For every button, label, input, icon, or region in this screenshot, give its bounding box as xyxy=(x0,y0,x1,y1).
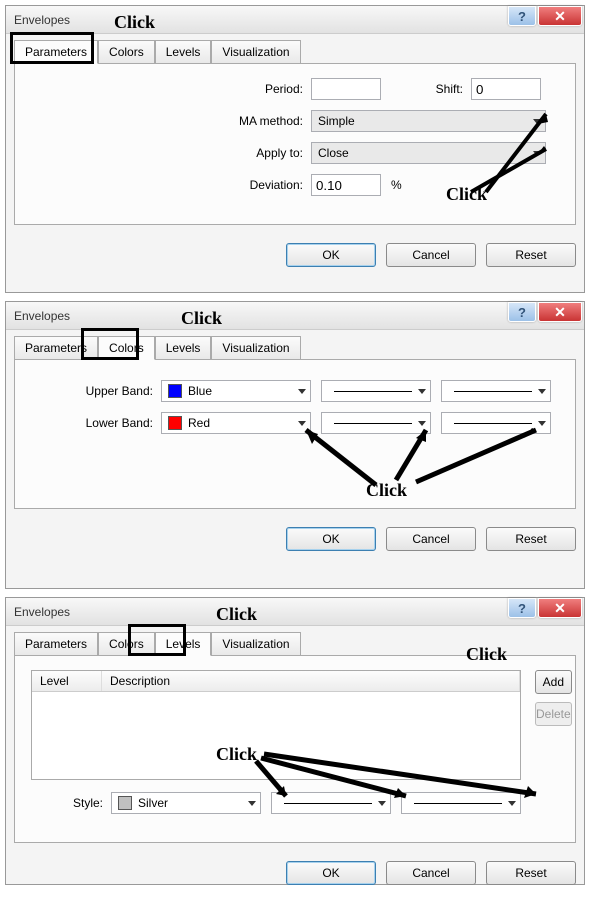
deviation-input[interactable] xyxy=(311,174,381,196)
tab-parameters[interactable]: Parameters xyxy=(14,632,98,656)
chevron-down-icon xyxy=(378,801,386,806)
col-level: Level xyxy=(32,671,102,691)
help-button[interactable]: ? xyxy=(508,598,536,618)
ok-button[interactable]: OK xyxy=(286,861,376,885)
chevron-down-icon xyxy=(298,421,306,426)
period-input[interactable] xyxy=(311,78,381,100)
chevron-down-icon xyxy=(533,119,541,124)
levels-table-header: Level Description xyxy=(32,671,520,692)
colors-panel: Upper Band: Blue xyxy=(14,359,576,509)
tab-levels[interactable]: Levels xyxy=(155,632,212,656)
tab-strip: Parameters Colors Levels Visualization xyxy=(14,336,576,360)
line-preview xyxy=(334,423,412,424)
line-preview xyxy=(454,423,532,424)
style-line-style-combo[interactable] xyxy=(271,792,391,814)
titlebar: Envelopes ? ✕ xyxy=(6,302,584,330)
ma-method-label: MA method: xyxy=(31,114,311,128)
shift-input[interactable] xyxy=(471,78,541,100)
cancel-button[interactable]: Cancel xyxy=(386,243,476,267)
levels-table[interactable]: Level Description xyxy=(31,670,521,780)
chevron-down-icon xyxy=(533,151,541,156)
tab-levels[interactable]: Levels xyxy=(155,40,212,64)
delete-button[interactable]: Delete xyxy=(535,702,572,726)
add-button[interactable]: Add xyxy=(535,670,572,694)
close-button[interactable]: ✕ xyxy=(538,302,582,322)
tab-strip: Parameters Colors Levels Visualization xyxy=(14,632,576,656)
chevron-down-icon xyxy=(538,421,546,426)
close-button[interactable]: ✕ xyxy=(538,6,582,26)
lower-color-swatch xyxy=(168,416,182,430)
help-button[interactable]: ? xyxy=(508,302,536,322)
shift-label: Shift: xyxy=(381,82,471,96)
titlebar: Envelopes ? ✕ xyxy=(6,6,584,34)
window-title: Envelopes xyxy=(14,13,70,27)
tab-visualization[interactable]: Visualization xyxy=(211,336,300,360)
line-preview xyxy=(334,391,412,392)
line-preview xyxy=(414,803,502,804)
tab-visualization[interactable]: Visualization xyxy=(211,40,300,64)
tab-colors[interactable]: Colors xyxy=(98,40,155,64)
lower-band-label: Lower Band: xyxy=(31,416,161,430)
tab-visualization[interactable]: Visualization xyxy=(211,632,300,656)
chevron-down-icon xyxy=(418,389,426,394)
levels-panel: Level Description Style: Silver xyxy=(14,655,576,843)
col-description: Description xyxy=(102,671,520,691)
apply-to-combo[interactable]: Close xyxy=(311,142,546,164)
window-title: Envelopes xyxy=(14,309,70,323)
deviation-label: Deviation: xyxy=(31,178,311,192)
tab-colors[interactable]: Colors xyxy=(98,336,155,360)
tab-parameters[interactable]: Parameters xyxy=(14,336,98,360)
lower-line-width-combo[interactable] xyxy=(441,412,551,434)
upper-line-width-combo[interactable] xyxy=(441,380,551,402)
style-label: Style: xyxy=(31,796,111,810)
tab-strip: Parameters Colors Levels Visualization xyxy=(14,40,576,64)
ok-button[interactable]: OK xyxy=(286,527,376,551)
line-preview xyxy=(454,391,532,392)
style-color-combo[interactable]: Silver xyxy=(111,792,261,814)
chevron-down-icon xyxy=(298,389,306,394)
dialog-colors: Envelopes ? ✕ Parameters Colors Levels V… xyxy=(5,301,585,589)
dialog-footer: OK Cancel Reset xyxy=(6,517,584,561)
reset-button[interactable]: Reset xyxy=(486,243,576,267)
reset-button[interactable]: Reset xyxy=(486,527,576,551)
upper-color-swatch xyxy=(168,384,182,398)
style-color-swatch xyxy=(118,796,132,810)
dialog-parameters: Envelopes ? ✕ Parameters Colors Levels V… xyxy=(5,5,585,293)
upper-line-style-combo[interactable] xyxy=(321,380,431,402)
tab-levels[interactable]: Levels xyxy=(155,336,212,360)
chevron-down-icon xyxy=(418,421,426,426)
upper-color-combo[interactable]: Blue xyxy=(161,380,311,402)
chevron-down-icon xyxy=(248,801,256,806)
lower-line-style-combo[interactable] xyxy=(321,412,431,434)
ma-method-combo[interactable]: Simple xyxy=(311,110,546,132)
window-title: Envelopes xyxy=(14,605,70,619)
dialog-levels: Envelopes ? ✕ Parameters Colors Levels V… xyxy=(5,597,585,885)
style-line-width-combo[interactable] xyxy=(401,792,521,814)
chevron-down-icon xyxy=(538,389,546,394)
tab-colors[interactable]: Colors xyxy=(98,632,155,656)
help-button[interactable]: ? xyxy=(508,6,536,26)
upper-band-label: Upper Band: xyxy=(31,384,161,398)
reset-button[interactable]: Reset xyxy=(486,861,576,885)
cancel-button[interactable]: Cancel xyxy=(386,527,476,551)
dialog-footer: OK Cancel Reset xyxy=(6,233,584,277)
line-preview xyxy=(284,803,372,804)
cancel-button[interactable]: Cancel xyxy=(386,861,476,885)
parameters-panel: Period: Shift: MA method: Simple Apply t… xyxy=(14,63,576,225)
apply-to-label: Apply to: xyxy=(31,146,311,160)
lower-color-combo[interactable]: Red xyxy=(161,412,311,434)
titlebar: Envelopes ? ✕ xyxy=(6,598,584,626)
tab-parameters[interactable]: Parameters xyxy=(14,40,98,64)
deviation-unit: % xyxy=(391,178,402,192)
period-label: Period: xyxy=(31,82,311,96)
dialog-footer: OK Cancel Reset xyxy=(6,851,584,895)
ok-button[interactable]: OK xyxy=(286,243,376,267)
chevron-down-icon xyxy=(508,801,516,806)
close-button[interactable]: ✕ xyxy=(538,598,582,618)
